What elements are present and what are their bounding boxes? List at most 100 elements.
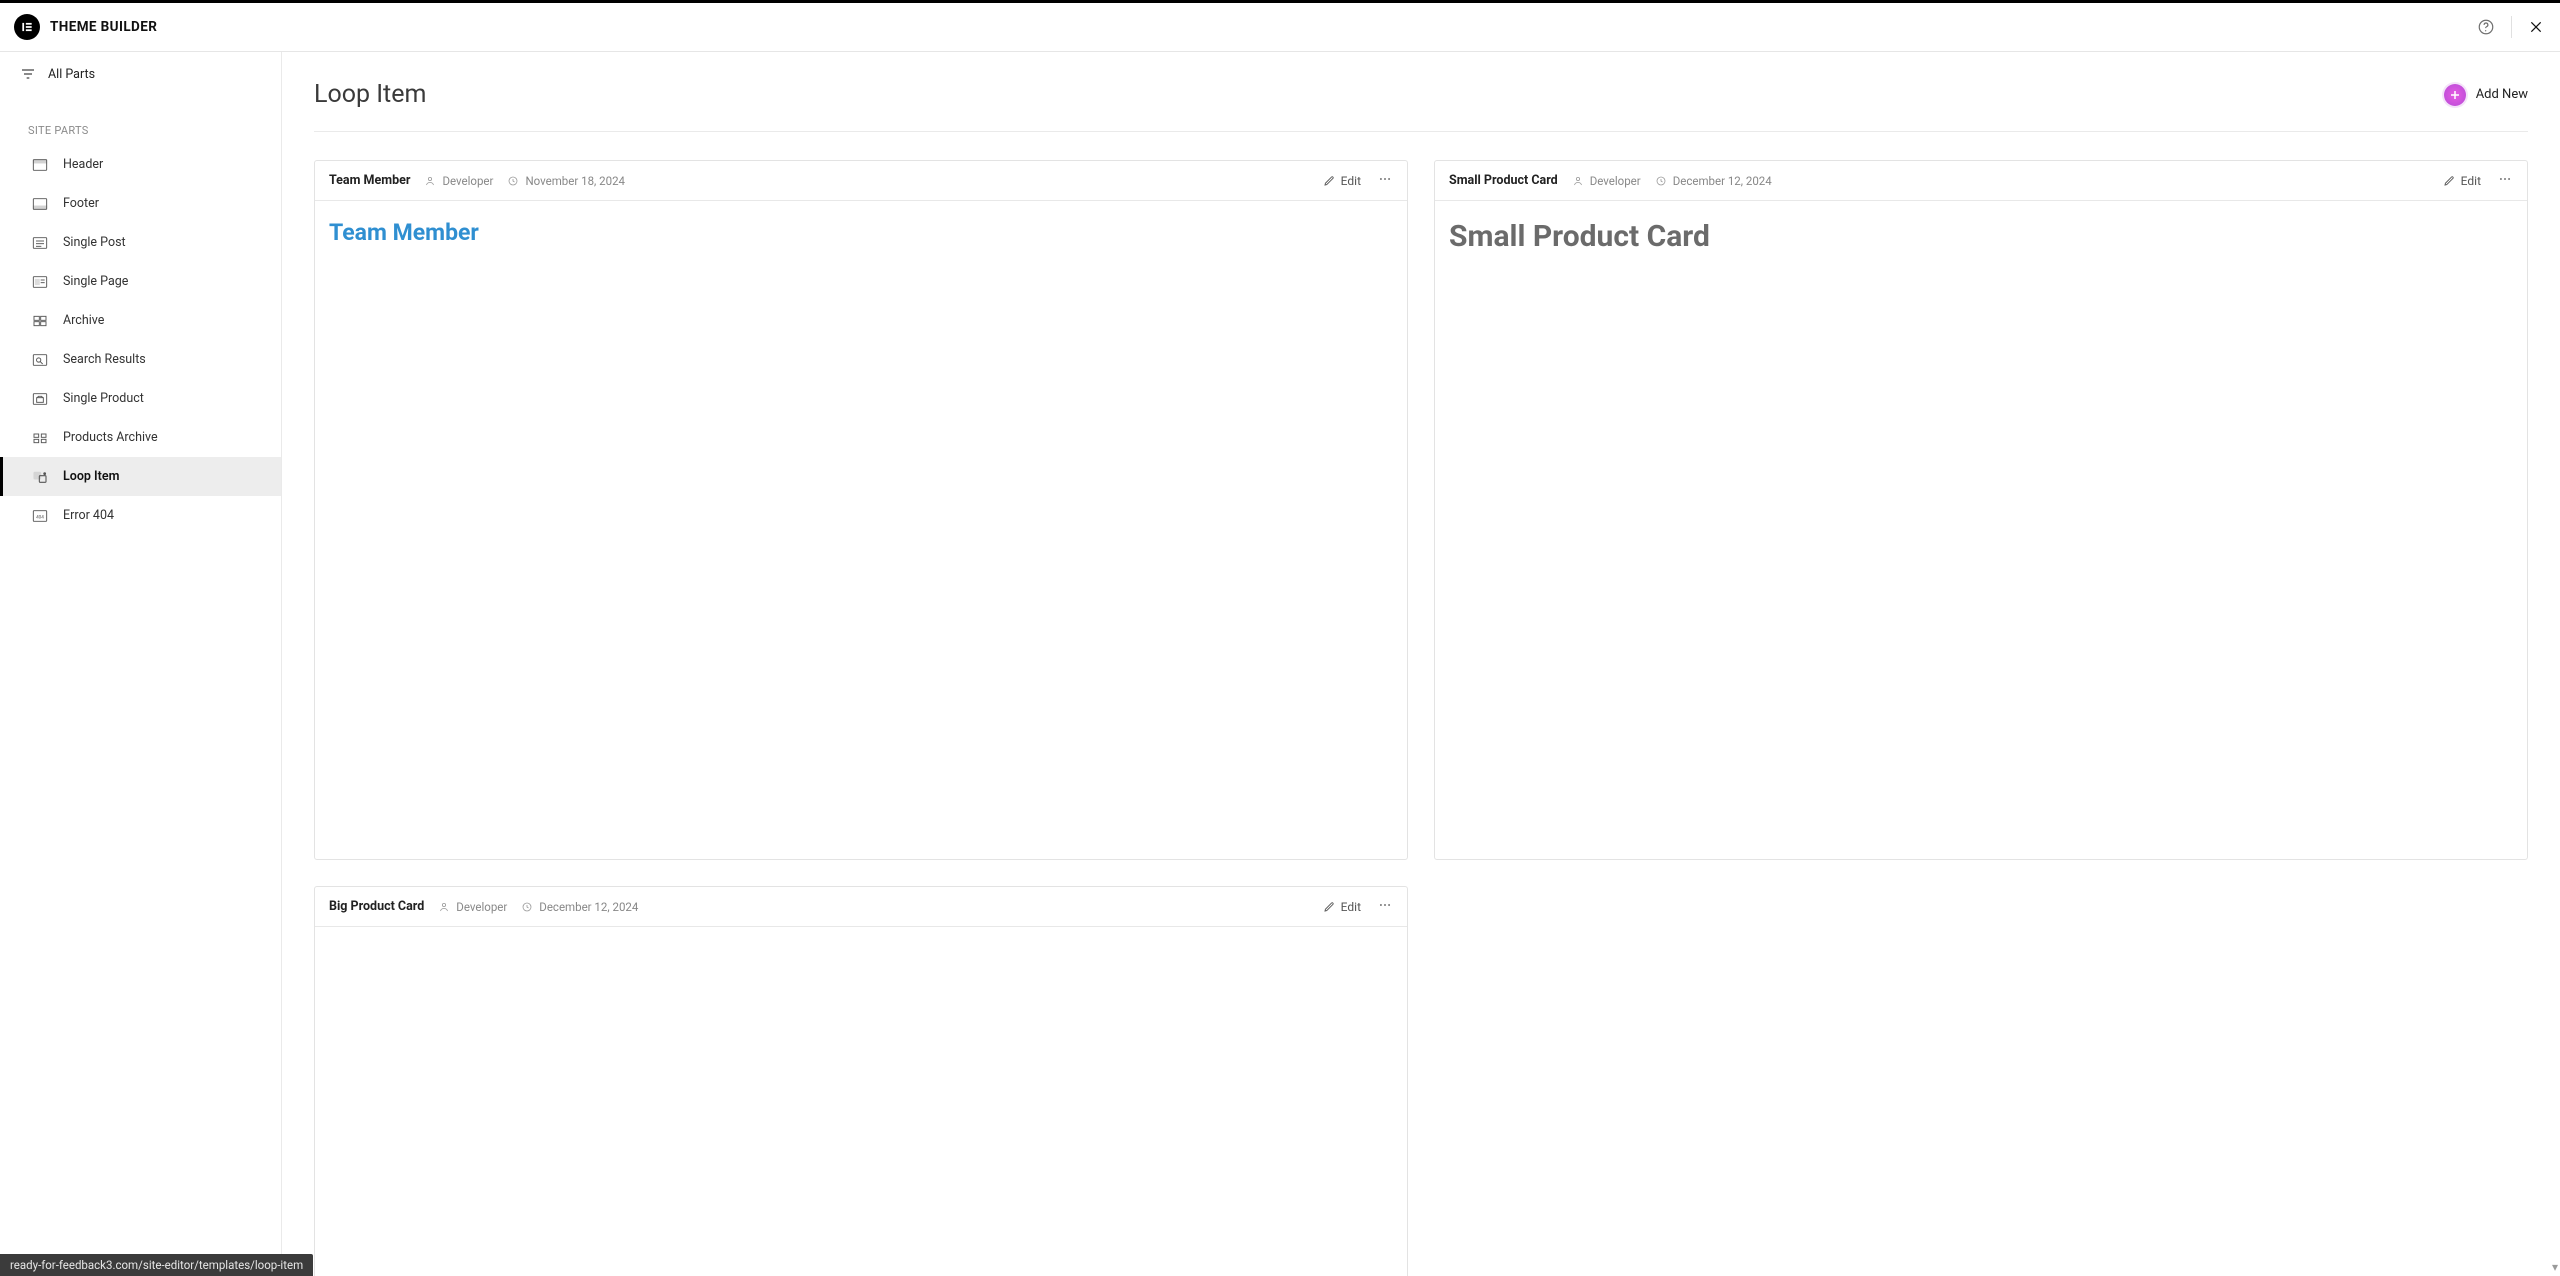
loop-item-icon (31, 470, 49, 484)
page-header: Loop Item Add New (314, 72, 2528, 132)
card-date-label: December 12, 2024 (539, 900, 638, 914)
plus-icon (2444, 84, 2466, 106)
sidebar-section-title: SITE PARTS (0, 96, 281, 145)
card-date-label: December 12, 2024 (1673, 174, 1772, 188)
single-page-icon (31, 275, 49, 289)
sidebar-item-label: Products Archive (63, 430, 158, 445)
template-card: Small Product Card Developer December 12, … (1434, 160, 2528, 860)
card-date-label: November 18, 2024 (525, 174, 625, 188)
sidebar-item-loop-item[interactable]: Loop Item (0, 457, 281, 496)
card-header: Big Product Card Developer December 12, 20… (315, 887, 1407, 927)
sidebar-item-label: Search Results (63, 352, 146, 367)
sidebar-item-products-archive[interactable]: Products Archive (0, 418, 281, 457)
pencil-icon (1323, 901, 1335, 913)
add-new-label: Add New (2476, 87, 2528, 102)
sidebar-item-label: Error 404 (63, 508, 114, 523)
single-post-icon (31, 236, 49, 250)
footer-icon (31, 197, 49, 211)
sidebar-item-label: Loop Item (63, 469, 119, 484)
card-meta: Big Product Card Developer December 12, 20… (329, 899, 638, 914)
card-preview[interactable]: Team Member (315, 201, 1407, 859)
card-actions: Edit (1323, 897, 1393, 916)
svg-text:404: 404 (36, 514, 44, 520)
edit-label: Edit (1341, 174, 1361, 188)
card-name: Small Product Card (1449, 173, 1558, 188)
filter-icon (20, 66, 36, 82)
sidebar-item-footer[interactable]: Footer (0, 184, 281, 223)
clock-icon (521, 901, 533, 913)
brand: THEME BUILDER (14, 14, 157, 40)
app-title: THEME BUILDER (50, 19, 157, 35)
clock-icon (1655, 175, 1667, 187)
user-icon (438, 901, 450, 913)
topbar: THEME BUILDER (0, 0, 2560, 52)
template-card: Team Member Developer November 18, 2024 Edi… (314, 160, 1408, 860)
card-author-label: Developer (456, 900, 507, 914)
sidebar-all-parts-label: All Parts (48, 67, 95, 82)
card-meta: Team MemberDeveloperNovember 18, 2024 (329, 173, 625, 188)
sidebar-all-parts[interactable]: All Parts (0, 52, 281, 96)
pencil-icon (1323, 175, 1335, 187)
topbar-actions (2477, 16, 2544, 38)
card-preview[interactable]: Small Product Card (1435, 201, 2527, 859)
card-actions: Edit (2443, 171, 2513, 190)
card-author: Developer (438, 900, 507, 914)
topbar-divider (2511, 16, 2512, 38)
error-404-icon: 404 (31, 509, 49, 523)
sidebar-item-single-post[interactable]: Single Post (0, 223, 281, 262)
card-date: December 12, 2024 (521, 900, 638, 914)
card-preview[interactable] (315, 927, 1407, 1276)
sidebar-item-label: Single Post (63, 235, 126, 250)
single-product-icon (31, 392, 49, 406)
sidebar-item-label: Archive (63, 313, 104, 328)
sidebar-item-archive[interactable]: Archive (0, 301, 281, 340)
archive-icon (31, 314, 49, 328)
card-meta: Small Product Card Developer December 12, … (1449, 173, 1772, 188)
user-icon (424, 175, 436, 187)
edit-button[interactable]: Edit (1323, 174, 1361, 188)
card-author-label: Developer (1590, 174, 1641, 188)
card-name: Big Product Card (329, 899, 424, 914)
products-archive-icon (31, 431, 49, 445)
status-bar: ready-for-feedback3.com/site-editor/temp… (0, 1254, 313, 1276)
scroll-indicator-icon: ▾ (2552, 1260, 2558, 1274)
edit-button[interactable]: Edit (2443, 174, 2481, 188)
clock-icon (507, 175, 519, 187)
close-icon[interactable] (2528, 19, 2544, 35)
more-icon[interactable] (1377, 171, 1393, 190)
sidebar-item-single-product[interactable]: Single Product (0, 379, 281, 418)
card-author-label: Developer (442, 174, 493, 188)
sidebar-item-label: Single Product (63, 391, 144, 406)
card-date: December 12, 2024 (1655, 174, 1772, 188)
add-new-button[interactable]: Add New (2444, 84, 2528, 106)
help-icon[interactable] (2477, 18, 2495, 36)
card-actions: Edit (1323, 171, 1393, 190)
card-header: Team MemberDeveloperNovember 18, 2024Edi… (315, 161, 1407, 201)
layout: All Parts SITE PARTS Header Footer Single … (0, 52, 2560, 1276)
sidebar-item-single-page[interactable]: Single Page (0, 262, 281, 301)
card-author: Developer (1572, 174, 1641, 188)
header-icon (31, 158, 49, 172)
sidebar-item-error-404[interactable]: 404 Error 404 (0, 496, 281, 535)
preview-title: Small Product Card (1449, 219, 2513, 254)
sidebar-item-label: Header (63, 157, 103, 172)
sidebar-list: Header Footer Single Post Single Page Archiv… (0, 145, 281, 535)
sidebar-item-label: Single Page (63, 274, 128, 289)
card-date: November 18, 2024 (507, 174, 625, 188)
user-icon (1572, 175, 1584, 187)
sidebar-item-label: Footer (63, 196, 99, 211)
edit-label: Edit (1341, 900, 1361, 914)
more-icon[interactable] (1377, 897, 1393, 916)
search-results-icon (31, 353, 49, 367)
sidebar-item-search-results[interactable]: Search Results (0, 340, 281, 379)
preview-title: Team Member (329, 219, 1393, 246)
more-icon[interactable] (2497, 171, 2513, 190)
sidebar-item-header[interactable]: Header (0, 145, 281, 184)
brand-logo-icon (14, 14, 40, 40)
edit-button[interactable]: Edit (1323, 900, 1361, 914)
sidebar: All Parts SITE PARTS Header Footer Single … (0, 52, 282, 1276)
template-card: Big Product Card Developer December 12, 20… (314, 886, 1408, 1276)
card-header: Small Product Card Developer December 12, … (1435, 161, 2527, 201)
page-title: Loop Item (314, 80, 426, 109)
card-author: Developer (424, 174, 493, 188)
